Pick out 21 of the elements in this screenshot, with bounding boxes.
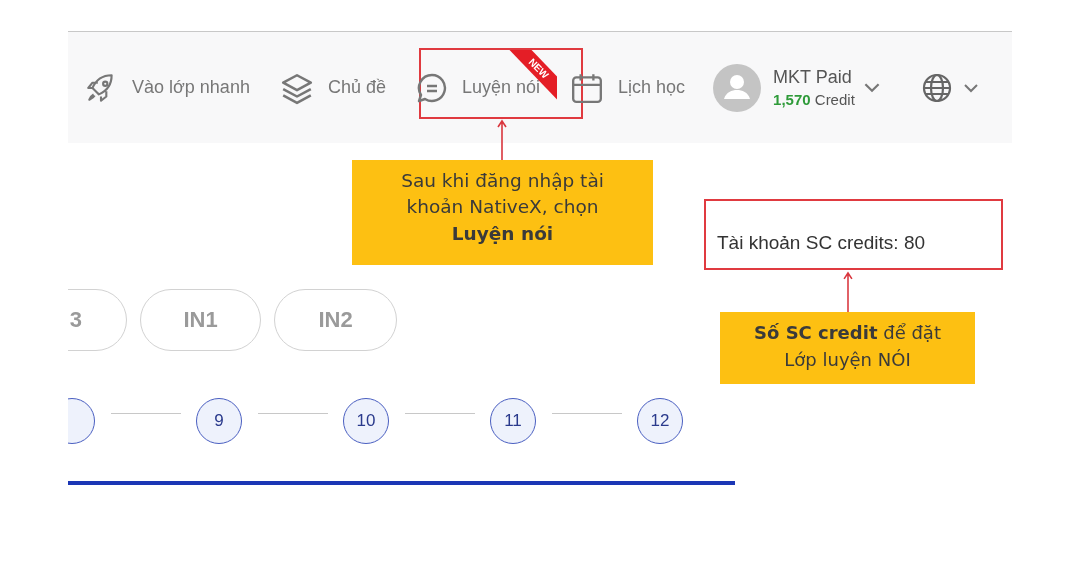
nav-item[interactable]: Lịch học bbox=[570, 70, 686, 105]
level-pill[interactable]: 3 bbox=[68, 289, 127, 351]
callout-note: Số SC credit để đặt Lớp luyện NÓI bbox=[720, 312, 975, 384]
account-credits: Tài khoản SC credits: 80 bbox=[717, 230, 926, 254]
chevron-down-icon[interactable] bbox=[862, 82, 881, 93]
credit-balance: 1,570 Credit bbox=[773, 91, 855, 108]
nav-item[interactable]: Vào lớp nhanh bbox=[84, 70, 250, 105]
arrow bbox=[842, 271, 854, 312]
level-pill[interactable]: IN2 bbox=[274, 289, 397, 351]
arrow bbox=[496, 119, 508, 161]
step-circle[interactable]: 11 bbox=[490, 398, 536, 444]
user-name: MKT Paid bbox=[773, 67, 853, 88]
chat-icon bbox=[415, 71, 448, 104]
step-circle[interactable]: 9 bbox=[196, 398, 242, 444]
step-circle[interactable]: 12 bbox=[637, 398, 683, 444]
step-circle[interactable]: 10 bbox=[343, 398, 389, 444]
globe-icon[interactable] bbox=[920, 71, 953, 104]
nav-item[interactable]: Chủ đề bbox=[279, 70, 386, 105]
chevron-down-icon[interactable] bbox=[962, 82, 979, 93]
callout-note: Sau khi đăng nhập tài khoản NativeX, chọn Luyện nói bbox=[352, 160, 653, 265]
level-pill[interactable]: IN1 bbox=[140, 289, 261, 351]
